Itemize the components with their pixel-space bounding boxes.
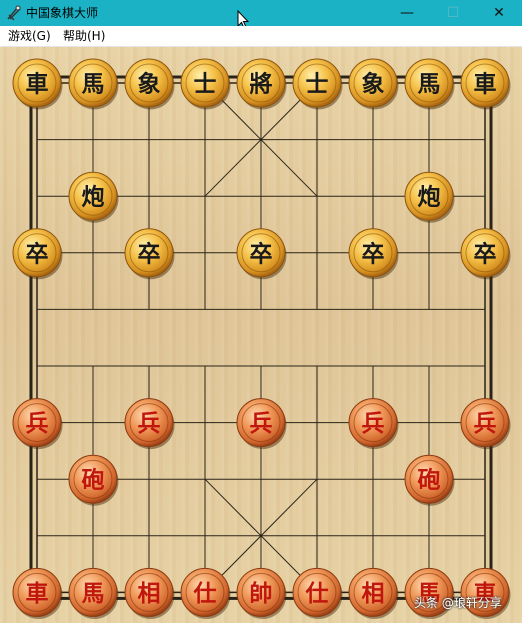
black-piece[interactable]: 炮 (404, 171, 455, 223)
board-grid (29, 75, 493, 600)
black-piece[interactable]: 將 (236, 58, 287, 110)
black-piece[interactable]: 象 (348, 58, 399, 110)
black-piece[interactable]: 車 (12, 58, 63, 110)
piece-label: 砲 (82, 467, 105, 494)
piece-label: 兵 (362, 410, 385, 437)
piece-label: 卒 (250, 240, 273, 267)
close-button[interactable]: ✕ (476, 0, 522, 26)
piece-label: 馬 (82, 580, 105, 607)
black-piece[interactable]: 士 (292, 58, 343, 110)
piece-label: 帥 (250, 580, 273, 607)
red-piece[interactable]: 馬 (68, 567, 119, 619)
red-piece[interactable]: 相 (348, 567, 399, 619)
chess-app-icon (7, 5, 21, 21)
black-piece[interactable]: 馬 (404, 58, 455, 110)
piece-label: 仕 (193, 580, 217, 607)
piece-label: 卒 (138, 240, 161, 267)
maximize-button[interactable]: ☐ (430, 0, 476, 26)
piece-label: 相 (362, 580, 385, 607)
black-piece[interactable]: 士 (180, 58, 231, 110)
menu-help[interactable]: 帮助(H) (61, 26, 107, 46)
watermark-text: 头条 @琅轩分享 (414, 596, 502, 610)
red-piece[interactable]: 兵 (348, 398, 399, 450)
piece-label: 兵 (250, 410, 273, 437)
piece-label: 士 (306, 71, 329, 98)
piece-label: 炮 (82, 184, 105, 211)
piece-label: 馬 (82, 71, 105, 98)
piece-label: 將 (250, 71, 273, 98)
red-piece[interactable]: 車 (12, 567, 63, 619)
menu-bar: 游戏(G) 帮助(H) (0, 26, 522, 47)
piece-label: 車 (26, 580, 49, 607)
red-piece[interactable]: 兵 (236, 398, 287, 450)
black-piece[interactable]: 卒 (236, 228, 287, 280)
piece-label: 砲 (418, 467, 441, 494)
red-piece[interactable]: 砲 (68, 454, 119, 506)
window-title: 中国象棋大师 (26, 6, 99, 20)
red-piece[interactable]: 兵 (460, 398, 511, 450)
black-piece[interactable]: 車 (460, 58, 511, 110)
piece-label: 炮 (418, 184, 441, 211)
black-piece[interactable]: 卒 (124, 228, 175, 280)
red-piece[interactable]: 仕 (180, 567, 231, 619)
black-piece[interactable]: 卒 (348, 228, 399, 280)
menu-game[interactable]: 游戏(G) (6, 26, 53, 46)
piece-label: 士 (194, 71, 217, 98)
red-piece[interactable]: 砲 (404, 454, 455, 506)
piece-label: 卒 (362, 240, 385, 267)
piece-label: 相 (138, 580, 161, 607)
piece-label: 仕 (305, 580, 329, 607)
piece-label: 馬 (418, 71, 441, 98)
minimize-button[interactable]: — (384, 0, 430, 26)
black-piece[interactable]: 卒 (460, 228, 511, 280)
piece-label: 兵 (138, 410, 161, 437)
red-piece[interactable]: 相 (124, 567, 175, 619)
piece-label: 兵 (474, 410, 497, 437)
piece-label: 象 (362, 71, 385, 98)
piece-label: 車 (474, 71, 497, 98)
piece-label: 象 (138, 71, 161, 98)
piece-label: 車 (26, 71, 49, 98)
red-piece[interactable]: 帥 (236, 567, 287, 619)
red-piece[interactable]: 仕 (292, 567, 343, 619)
piece-label: 兵 (26, 410, 49, 437)
red-piece[interactable]: 兵 (124, 398, 175, 450)
title-bar: 中国象棋大师 — ☐ ✕ (0, 0, 522, 29)
black-piece[interactable]: 象 (124, 58, 175, 110)
chess-board[interactable]: 車馬象士將士象馬車炮 炮卒卒卒卒卒兵兵兵兵兵砲 砲車馬相仕帥仕相馬車 (0, 47, 522, 623)
black-piece[interactable]: 馬 (68, 58, 119, 110)
piece-label: 卒 (474, 240, 497, 267)
black-piece[interactable]: 炮 (68, 171, 119, 223)
red-piece[interactable]: 兵 (12, 398, 63, 450)
piece-label: 卒 (26, 240, 49, 267)
black-piece[interactable]: 卒 (12, 228, 63, 280)
